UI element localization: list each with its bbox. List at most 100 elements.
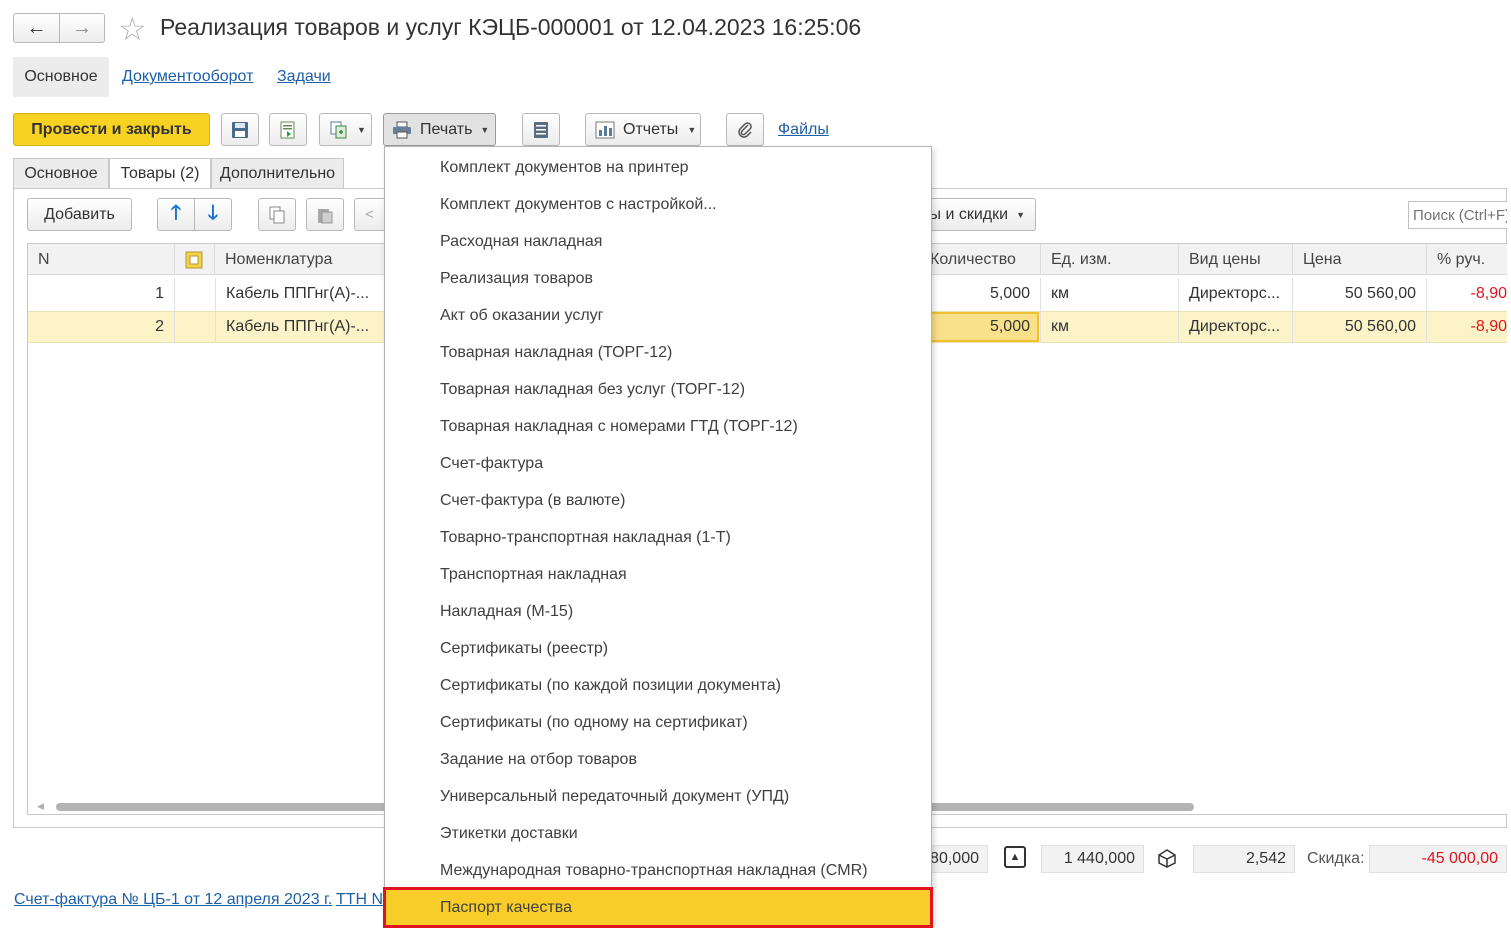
chevron-down-icon: ▼ xyxy=(357,124,366,135)
post-and-close-button[interactable]: Провести и закрыть xyxy=(13,113,210,146)
row-qty[interactable]: 5,000 xyxy=(932,278,1030,310)
menu-item-transport-invoice[interactable]: Транспортная накладная xyxy=(385,556,931,593)
column-header-price-type[interactable]: Вид цены xyxy=(1179,244,1293,275)
scroll-left-icon[interactable]: ◀ xyxy=(37,801,44,812)
row-qty[interactable]: 5,000 xyxy=(932,311,1030,343)
document-structure-button[interactable] xyxy=(522,113,560,146)
search-input[interactable] xyxy=(1408,201,1507,229)
section-tab-docflow[interactable]: Документооборот xyxy=(122,68,253,86)
arrow-left-icon: ← xyxy=(26,16,47,39)
paperclip-icon xyxy=(738,121,752,138)
row-price-type[interactable]: Директорс... xyxy=(1189,278,1289,310)
share-icon: < xyxy=(365,206,374,223)
menu-item-certificates-each[interactable]: Сертификаты (по каждой позиции документа… xyxy=(385,667,931,704)
save-button[interactable] xyxy=(221,113,259,146)
menu-item-services-act[interactable]: Акт об оказании услуг xyxy=(385,297,931,334)
menu-item-torg12-gtd[interactable]: Товарная накладная с номерами ГТД (ТОРГ-… xyxy=(385,408,931,445)
total-weight: 1 440,000 xyxy=(1041,845,1144,873)
forward-button[interactable]: → xyxy=(59,13,105,43)
chevron-down-icon: ▼ xyxy=(687,124,697,135)
menu-item-torg12-no-services[interactable]: Товарная накладная без услуг (ТОРГ-12) xyxy=(385,371,931,408)
column-divider xyxy=(215,278,216,343)
menu-item-m15[interactable]: Накладная (М-15) xyxy=(385,593,931,630)
total-volume: 180,000 xyxy=(921,845,988,873)
column-header-manual-pct[interactable]: % руч. xyxy=(1427,244,1507,275)
menu-item-expense-invoice[interactable]: Расходная накладная xyxy=(385,223,931,260)
row-price[interactable]: 50 560,00 xyxy=(1296,278,1416,310)
create-based-on-button[interactable]: ▼ xyxy=(319,113,372,146)
column-header-n[interactable]: N xyxy=(28,244,175,275)
column-header-item[interactable]: Номенклатура xyxy=(215,244,385,275)
menu-item-certificates-registry[interactable]: Сертификаты (реестр) xyxy=(385,630,931,667)
column-header-price[interactable]: Цена xyxy=(1293,244,1427,275)
reports-button[interactable]: Отчеты ▼ xyxy=(585,113,701,146)
prices-discounts-button[interactable]: ны и скидки ▼ xyxy=(920,198,1036,231)
row-price[interactable]: 50 560,00 xyxy=(1296,311,1416,343)
page-title: Реализация товаров и услуг КЭЦБ-000001 о… xyxy=(160,14,862,40)
menu-item-kit-settings[interactable]: Комплект документов с настройкой... xyxy=(385,186,931,223)
tab-label: Дополнительно xyxy=(219,164,336,182)
add-row-button[interactable]: Добавить xyxy=(27,198,132,231)
copy-button[interactable] xyxy=(258,198,296,231)
tab-additional[interactable]: Дополнительно xyxy=(211,158,344,188)
add-row-label: Добавить xyxy=(44,205,115,223)
row-price-type[interactable]: Директорс... xyxy=(1189,311,1289,343)
menu-item-goods-sale[interactable]: Реализация товаров xyxy=(385,260,931,297)
row-item[interactable]: Кабель ППГнг(А)-... xyxy=(226,311,382,343)
paste-icon xyxy=(318,208,333,223)
prices-discounts-label: ны и скидки xyxy=(920,205,1009,223)
post-document-icon xyxy=(280,121,295,138)
column-header-flag[interactable] xyxy=(175,244,215,275)
column-header-unit[interactable]: Ед. изм. xyxy=(1041,244,1179,275)
tab-label: Основное xyxy=(24,164,98,182)
volume-icon xyxy=(1158,849,1176,868)
total-discount: -45 000,00 xyxy=(1369,845,1507,873)
ttn-link[interactable]: ТТН N xyxy=(336,891,383,909)
invoice-link[interactable]: Счет-фактура № ЦБ-1 от 12 апреля 2023 г. xyxy=(14,891,332,909)
post-button[interactable] xyxy=(269,113,307,146)
row-manual-pct[interactable]: -8,90 xyxy=(1440,278,1507,310)
column-header-qty[interactable]: Количество xyxy=(920,244,1041,275)
row-item[interactable]: Кабель ППГнг(А)-... xyxy=(226,278,382,310)
paste-button[interactable] xyxy=(306,198,344,231)
printer-icon xyxy=(393,121,411,138)
menu-item-delivery-labels[interactable]: Этикетки доставки xyxy=(385,815,931,852)
section-tab-label: Основное xyxy=(24,68,98,85)
move-up-button[interactable]: 🡑 xyxy=(157,198,195,231)
section-tab-main[interactable]: Основное xyxy=(13,57,109,97)
menu-item-upd[interactable]: Универсальный передаточный документ (УПД… xyxy=(385,778,931,815)
back-button[interactable]: ← xyxy=(13,13,60,43)
menu-item-picking-task[interactable]: Задание на отбор товаров xyxy=(385,741,931,778)
row-number: 2 xyxy=(155,318,164,335)
row-unit[interactable]: км xyxy=(1051,278,1171,310)
print-dropdown-menu: Комплект документов на принтер Комплект … xyxy=(383,146,933,928)
row-unit[interactable]: км xyxy=(1051,311,1171,343)
row-manual-pct[interactable]: -8,90 xyxy=(1440,311,1507,343)
column-divider xyxy=(1178,278,1179,343)
tab-goods[interactable]: Товары (2) xyxy=(109,158,211,189)
section-tab-tasks[interactable]: Задачи xyxy=(277,68,331,86)
menu-item-invoice-currency[interactable]: Счет-фактура (в валюте) xyxy=(385,482,931,519)
menu-item-ttn-1t[interactable]: Товарно-транспортная накладная (1-Т) xyxy=(385,519,931,556)
menu-item-cmr[interactable]: Международная товарно-транспортная накла… xyxy=(385,852,931,889)
menu-item-torg12[interactable]: Товарная накладная (ТОРГ-12) xyxy=(385,334,931,371)
menu-item-quality-passport[interactable]: Паспорт качества xyxy=(383,887,933,928)
more-actions-button[interactable]: < xyxy=(354,198,384,231)
star-icon[interactable]: ☆ xyxy=(118,10,147,48)
files-link[interactable]: Файлы xyxy=(778,121,829,139)
total-third: 2,542 xyxy=(1193,845,1295,873)
print-button[interactable]: Печать ▼ xyxy=(383,113,496,146)
move-down-button[interactable]: 🡓 xyxy=(194,198,232,231)
arrow-right-icon: → xyxy=(72,16,92,39)
column-settings-icon xyxy=(185,251,203,268)
attach-button[interactable] xyxy=(726,113,764,146)
menu-item-certificates-one[interactable]: Сертификаты (по одному на сертификат) xyxy=(385,704,931,741)
column-divider xyxy=(1040,278,1041,343)
copy-icon xyxy=(269,206,285,223)
column-divider xyxy=(1292,278,1293,343)
tab-main[interactable]: Основное xyxy=(13,158,109,188)
menu-item-invoice[interactable]: Счет-фактура xyxy=(385,445,931,482)
chevron-down-icon: ▼ xyxy=(1016,209,1025,220)
menu-item-kit-printer[interactable]: Комплект документов на принтер xyxy=(385,149,931,186)
weight-icon: ▲ xyxy=(1004,846,1026,868)
